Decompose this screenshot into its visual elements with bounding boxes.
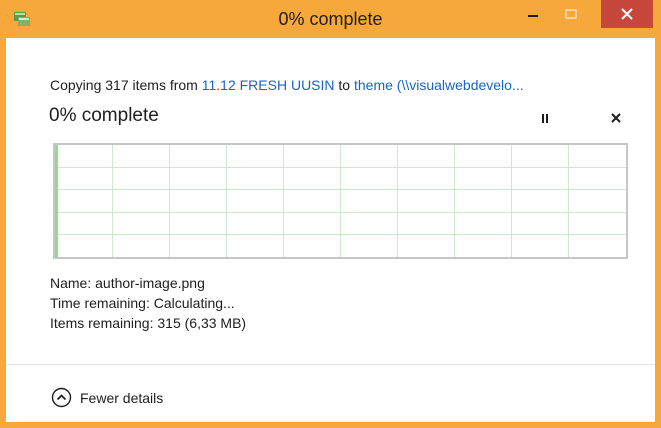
maximize-button[interactable] — [556, 0, 586, 28]
progress-status: 0% complete — [49, 105, 159, 126]
pause-button[interactable] — [535, 108, 555, 128]
name-row: Name: author-image.png — [50, 273, 246, 293]
title-bar[interactable]: 0% complete — [0, 0, 661, 38]
name-value: author-image.png — [95, 275, 205, 291]
items-remaining-value: 315 (6,33 MB) — [157, 315, 247, 331]
footer-divider — [6, 364, 655, 365]
source-link[interactable]: 11.12 FRESH UUSIN — [202, 77, 335, 93]
name-label: Name: — [50, 275, 92, 291]
dialog-content: Copying 317 items from 11.12 FRESH UUSIN… — [6, 38, 655, 422]
graph-grid — [55, 145, 626, 257]
chevron-up-circle-icon — [51, 387, 72, 408]
time-remaining-row: Time remaining: Calculating... — [50, 293, 246, 313]
cancel-button[interactable] — [606, 108, 626, 128]
copy-description: Copying 317 items from 11.12 FRESH UUSIN… — [50, 77, 524, 93]
cancel-icon — [611, 113, 621, 123]
fewer-details-button[interactable]: Fewer details — [51, 387, 163, 408]
maximize-icon — [565, 9, 577, 19]
copy-prefix: Copying 317 items from — [50, 77, 198, 93]
time-remaining-value: Calculating... — [153, 295, 235, 311]
transfer-speed-graph — [53, 143, 628, 259]
minimize-button[interactable] — [518, 0, 548, 28]
items-remaining-row: Items remaining: 315 (6,33 MB) — [50, 313, 246, 333]
time-remaining-label: Time remaining: — [50, 295, 150, 311]
items-remaining-label: Items remaining: — [50, 315, 154, 331]
progress-fill — [55, 145, 58, 257]
close-button[interactable] — [601, 0, 653, 28]
fewer-details-label: Fewer details — [80, 389, 164, 406]
copy-dialog-window: 0% complete Copying 317 items from 11.12… — [0, 0, 661, 428]
close-icon — [621, 8, 633, 20]
destination-link[interactable]: theme (\\visualwebdevelo... — [354, 77, 524, 93]
copy-details: Name: author-image.png Time remaining: C… — [50, 273, 246, 333]
pause-icon — [542, 114, 548, 123]
copy-connector: to — [338, 77, 351, 93]
minimize-icon — [528, 15, 538, 17]
